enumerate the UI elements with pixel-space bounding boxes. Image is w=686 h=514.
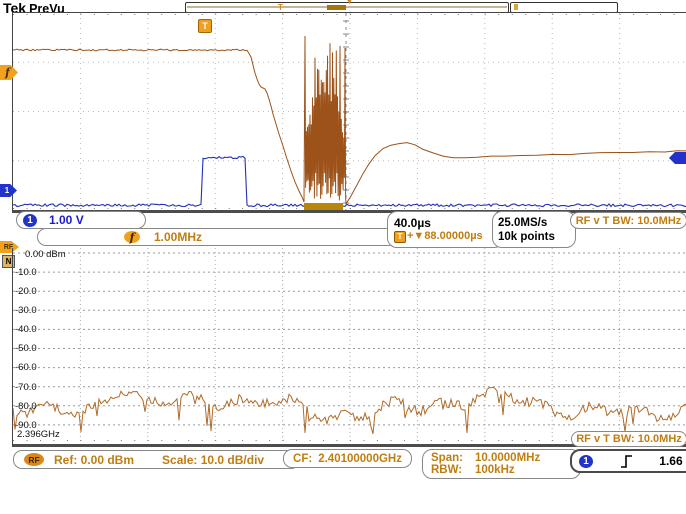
rf-vs-time-bandwidth-readout: RF v T BW: 10.0MHz — [570, 212, 686, 229]
span-rbw-readout: Span:10.0000MHz RBW:100kHz — [422, 449, 581, 479]
spectrum-center-frequency-readout: CF: 2.40100000GHz — [283, 449, 412, 468]
span-value: 10.0000MHz — [475, 452, 540, 464]
trigger-level: 1.66 V — [659, 454, 686, 468]
delay-arrows-icon: +▼ — [407, 230, 424, 242]
channel1-badge-icon: 1 — [23, 214, 37, 227]
acquisition-readout: 25.0MS/s 10k points — [492, 211, 576, 248]
spectrum-rfvt-bw-value: RF v T BW: 10.0MHz — [576, 433, 682, 445]
rf-ref-level: Ref: 0.00 dBm — [54, 453, 134, 467]
y-axis-label: -80.0 — [15, 401, 59, 412]
spectrum-cf-value: 2.40100000GHz — [318, 453, 402, 465]
trigger-source-badge-icon: 1 — [579, 455, 593, 468]
expansion-point-icon: ▼ — [346, 0, 353, 6]
acq-trigger-marker-icon: T — [278, 4, 283, 12]
y-axis-label: -20.0 — [15, 286, 59, 297]
y-axis-label: -40.0 — [15, 324, 59, 335]
spectrum-time-segment — [327, 5, 346, 10]
spectrum-time-indicator-bar — [304, 203, 343, 210]
rf-reference-readout: RF Ref: 0.00 dBm Scale: 10.0 dB/div — [13, 450, 300, 469]
rf-badge-icon: RF — [24, 453, 44, 466]
acquisition-waveform-line — [187, 6, 507, 8]
trigger-time-icon: T — [198, 19, 212, 33]
record-length: 10k points — [498, 230, 555, 244]
horizontal-scale: 40.0µs — [394, 216, 431, 230]
time-domain-plot — [13, 13, 686, 210]
spectrum-plot — [13, 248, 686, 444]
sample-rate: 25.0MS/s — [498, 216, 547, 230]
delay-readout: T+▼88.00000µs — [394, 230, 483, 243]
oscilloscope-screen: TekPreVu T ▼ T f 1 RF N 1 1.00 V f 1.00M… — [0, 0, 686, 514]
rfvt-bw-value: RF v T BW: 10.0MHz — [576, 215, 682, 227]
y-axis-label: -60.0 — [15, 362, 59, 373]
time-domain-graticule: T — [12, 12, 686, 213]
spectrum-graticule: 0.00 dBm -10.0 -20.0 -30.0 -40.0 -50.0 -… — [12, 248, 686, 447]
horizontal-readout: 40.0µs T+▼88.00000µs — [387, 211, 504, 248]
rbw-label: RBW: — [431, 464, 475, 476]
start-frequency-label: 2.396GHz — [17, 429, 87, 440]
rf-frequency-badge-icon: f — [124, 231, 140, 243]
rising-edge-icon — [620, 454, 633, 469]
spectrum-time-tick — [514, 4, 518, 10]
rf-scale: Scale: 10.0 dB/div — [162, 453, 264, 467]
y-axis-label: -70.0 — [15, 382, 59, 393]
spectrum-cf-label: CF: — [293, 453, 312, 465]
channel1-scale: 1.00 V — [49, 213, 84, 227]
span-label: Span: — [431, 452, 475, 464]
channel1-readout: 1 1.00 V — [16, 211, 146, 229]
rf-trace-scale: 1.00MHz — [154, 230, 202, 244]
y-axis-label: -30.0 — [15, 305, 59, 316]
trigger-readout: 1 1.66 V — [570, 449, 686, 473]
y-axis-label: -50.0 — [15, 343, 59, 354]
y-axis-label: -10.0 — [15, 267, 59, 278]
rbw-value: 100kHz — [475, 464, 515, 476]
trigger-delay-icon: T — [394, 231, 406, 243]
spectrum-rf-bandwidth-readout: RF v T BW: 10.0MHz — [571, 431, 686, 447]
ref-level-label: 0.00 dBm — [25, 249, 95, 260]
delay-value: 88.00000µs — [424, 230, 482, 242]
